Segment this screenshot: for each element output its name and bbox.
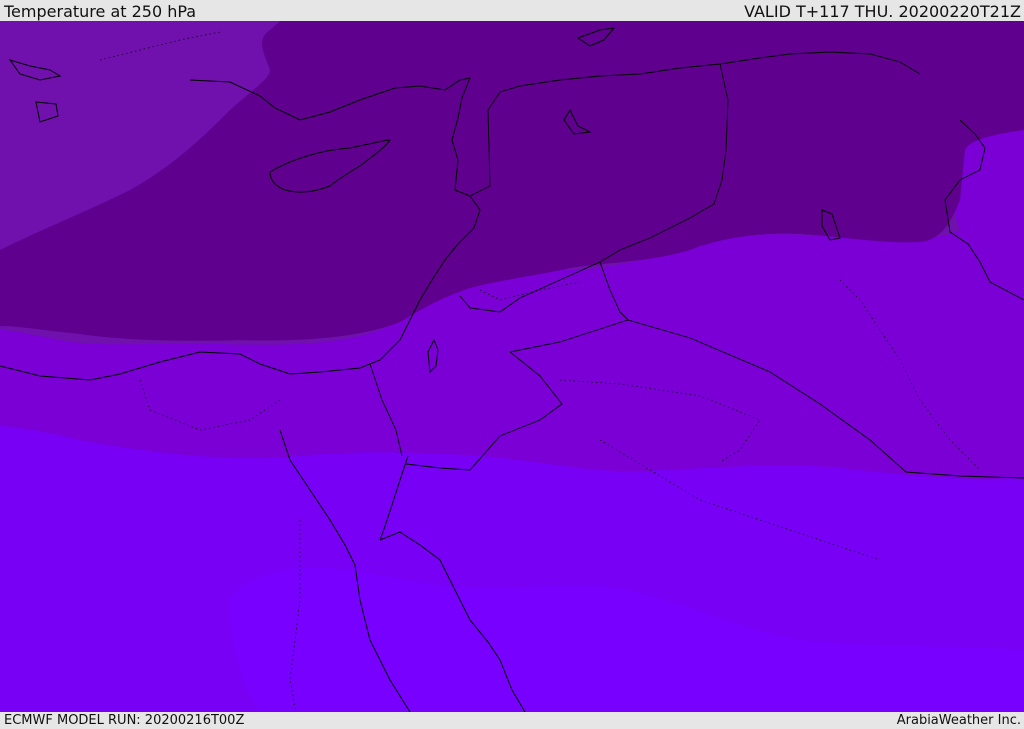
header-bar: Temperature at 250 hPa VALID T+117 THU. … — [0, 0, 1024, 21]
temperature-map — [0, 21, 1024, 712]
credit-label: ArabiaWeather Inc. — [896, 713, 1021, 728]
model-run-label: ECMWF MODEL RUN: 20200216T00Z — [4, 713, 245, 728]
valid-time-label: VALID T+117 THU. 20200220T21Z — [744, 2, 1021, 21]
map-title: Temperature at 250 hPa — [4, 2, 197, 21]
footer-bar: ECMWF MODEL RUN: 20200216T00Z ArabiaWeat… — [0, 712, 1024, 729]
